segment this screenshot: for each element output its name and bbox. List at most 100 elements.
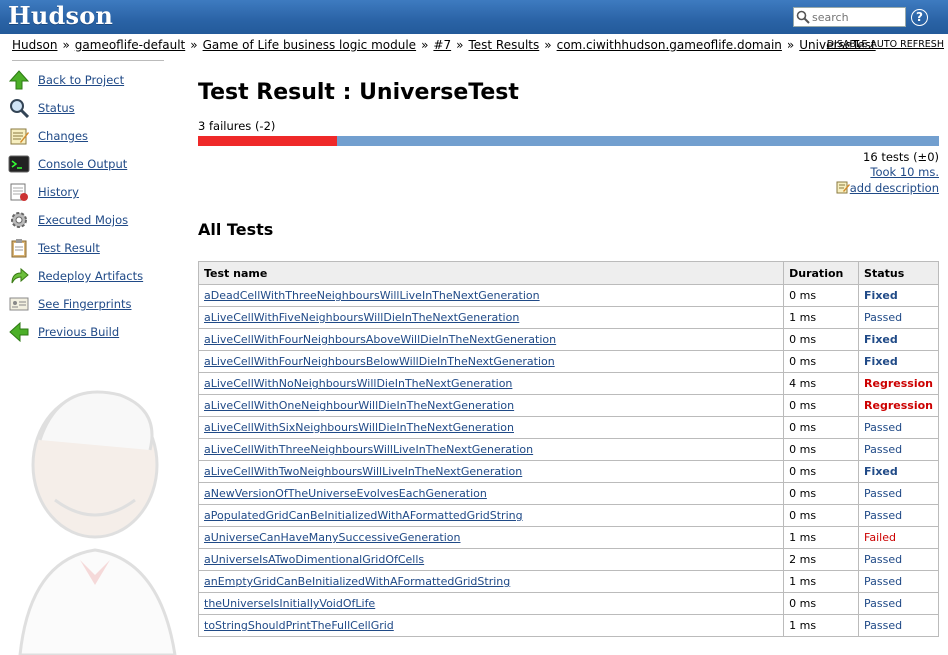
disable-auto-refresh-link[interactable]: DISABLE AUTO REFRESH [827,39,944,50]
test-name-link[interactable]: aLiveCellWithTwoNeighboursWillLiveInTheN… [204,465,522,478]
status-cell: Fixed [858,460,939,483]
sidebar-item-label[interactable]: Back to Project [38,73,124,87]
sidebar-item-label[interactable]: Console Output [38,157,127,171]
sidebar-item-redeploy-artifacts[interactable]: Redeploy Artifacts [8,262,143,290]
test-name-link[interactable]: aLiveCellWithFourNeighboursBelowWillDieI… [204,355,555,368]
test-name-link[interactable]: aLiveCellWithSixNeighboursWillDieInTheNe… [204,421,514,434]
test-name-link[interactable]: aLiveCellWithFourNeighboursAboveWillDieI… [204,333,556,346]
column-header-status[interactable]: Status [858,261,939,285]
sidebar-item-history[interactable]: History [8,178,143,206]
breadcrumb-link[interactable]: Game of Life business logic module [203,38,417,52]
fingerprint-card-icon[interactable] [8,293,30,315]
redeploy-arrow-icon[interactable] [8,265,30,287]
test-name-link[interactable]: aLiveCellWithOneNeighbourWillDieInTheNex… [204,399,514,412]
breadcrumb-separator: » [190,38,198,52]
column-header-test-name[interactable]: Test name [197,261,785,285]
sidebar-item-label[interactable]: Status [38,101,75,115]
table-row: aNewVersionOfTheUniverseEvolvesEachGener… [197,482,939,505]
sidebar-item-console-output[interactable]: Console Output [8,150,143,178]
test-name-link[interactable]: aLiveCellWithNoNeighboursWillDieInTheNex… [204,377,512,390]
test-name-link[interactable]: aNewVersionOfTheUniverseEvolvesEachGener… [204,487,487,500]
breadcrumb-separator: » [456,38,464,52]
sidebar-item-label[interactable]: Test Result [38,241,100,255]
test-name-link[interactable]: aLiveCellWithFiveNeighboursWillDieInTheN… [204,311,519,324]
magnifier-icon[interactable] [8,97,30,119]
history-icon[interactable] [8,181,30,203]
status-cell: Passed [858,504,939,527]
sidebar-item-previous-build[interactable]: Previous Build [8,318,143,346]
breadcrumb: Hudson » gameoflife-default » Game of Life b… [12,38,876,52]
table-header-row: Test name Duration Status [197,261,939,285]
table-row: aLiveCellWithSixNeighboursWillDieInTheNe… [197,416,939,439]
status-cell: Passed [858,306,939,329]
test-name-link[interactable]: theUniverseIsInitiallyVoidOfLife [204,597,375,610]
duration-cell: 0 ms [783,482,860,505]
test-name-cell: aLiveCellWithNoNeighboursWillDieInTheNex… [197,372,785,395]
test-results-table: Test name Duration Status aDeadCellWithT… [197,261,939,637]
breadcrumb-link[interactable]: #7 [433,38,451,52]
sidebar-tasks: Back to Project Status Changes Console Outp… [8,66,143,346]
test-name-link[interactable]: aUniverseCanHaveManySuccessiveGeneration [204,531,461,544]
test-name-link[interactable]: aPopulatedGridCanBeInitializedWithAForma… [204,509,523,522]
notepad-edit-icon [836,180,850,198]
test-name-link[interactable]: aUniverseIsATwoDimentionalGridOfCells [204,553,424,566]
left-arrow-icon[interactable] [8,321,30,343]
duration-cell: 1 ms [783,570,860,593]
sidebar-item-back-to-project[interactable]: Back to Project [8,66,143,94]
test-name-link[interactable]: aDeadCellWithThreeNeighboursWillLiveInTh… [204,289,540,302]
sidebar-item-label[interactable]: Executed Mojos [38,213,128,227]
duration-cell: 0 ms [783,416,860,439]
sidebar-item-executed-mojos[interactable]: Executed Mojos [8,206,143,234]
sidebar-item-changes[interactable]: Changes [8,122,143,150]
clipboard-icon[interactable] [8,237,30,259]
gear-icon[interactable] [8,209,30,231]
help-icon[interactable]: ? [911,9,928,26]
sidebar-item-label[interactable]: Changes [38,129,88,143]
test-stats: 16 tests (±0) Took 10 ms. add descriptio… [198,150,939,198]
table-row: aLiveCellWithTwoNeighboursWillLiveInTheN… [197,460,939,483]
table-row: toStringShouldPrintTheFullCellGrid 1 ms Pa… [197,614,939,637]
breadcrumb-link[interactable]: Hudson [12,38,57,52]
breadcrumb-separator: » [62,38,70,52]
breadcrumb-link[interactable]: Test Results [468,38,539,52]
breadcrumb-separator: » [544,38,552,52]
test-name-link[interactable]: anEmptyGridCanBeInitializedWithAFormatte… [204,575,510,588]
sidebar-item-label[interactable]: Previous Build [38,325,119,339]
butler-watermark-icon [18,390,177,655]
test-name-cell: aUniverseCanHaveManySuccessiveGeneration [197,526,785,549]
hudson-logo[interactable]: Hudson [8,1,113,30]
status-cell: Passed [858,416,939,439]
sidebar-item-label[interactable]: See Fingerprints [38,297,131,311]
breadcrumb-link[interactable]: com.ciwithhudson.gameoflife.domain [557,38,782,52]
duration-cell: 4 ms [783,372,860,395]
sidebar-item-label[interactable]: Redeploy Artifacts [38,269,143,283]
test-name-link[interactable]: toStringShouldPrintTheFullCellGrid [204,619,394,632]
notepad-icon[interactable] [8,125,30,147]
sidebar-item-label[interactable]: History [38,185,79,199]
test-name-link[interactable]: aLiveCellWithThreeNeighboursWillLiveInTh… [204,443,533,456]
test-name-cell: aNewVersionOfTheUniverseEvolvesEachGener… [197,482,785,505]
column-header-duration[interactable]: Duration [783,261,860,285]
status-cell: Passed [858,570,939,593]
took-link[interactable]: Took 10 ms. [870,165,939,179]
test-name-cell: aLiveCellWithFourNeighboursBelowWillDieI… [197,350,785,373]
sidebar-item-status[interactable]: Status [8,94,143,122]
search-box[interactable] [793,7,906,27]
add-description-link[interactable]: add description [850,181,939,195]
sidebar-divider [12,60,164,61]
status-cell: Regression [858,372,939,395]
up-arrow-icon[interactable] [8,69,30,91]
test-name-cell: aLiveCellWithTwoNeighboursWillLiveInTheN… [197,460,785,483]
terminal-icon[interactable] [8,153,30,175]
search-input[interactable] [812,10,902,24]
main-content: Test Result : UniverseTest 3 failures (-… [198,80,939,239]
test-name-cell: aLiveCellWithFiveNeighboursWillDieInTheN… [197,306,785,329]
breadcrumb-link[interactable]: gameoflife-default [75,38,185,52]
table-row: aDeadCellWithThreeNeighboursWillLiveInTh… [197,284,939,307]
all-tests-heading: All Tests [198,220,274,239]
status-cell: Passed [858,614,939,637]
table-row: aLiveCellWithFourNeighboursAboveWillDieI… [197,328,939,351]
sidebar-item-test-result[interactable]: Test Result [8,234,143,262]
sidebar-item-see-fingerprints[interactable]: See Fingerprints [8,290,143,318]
test-result-bar-fail-segment [198,136,337,146]
